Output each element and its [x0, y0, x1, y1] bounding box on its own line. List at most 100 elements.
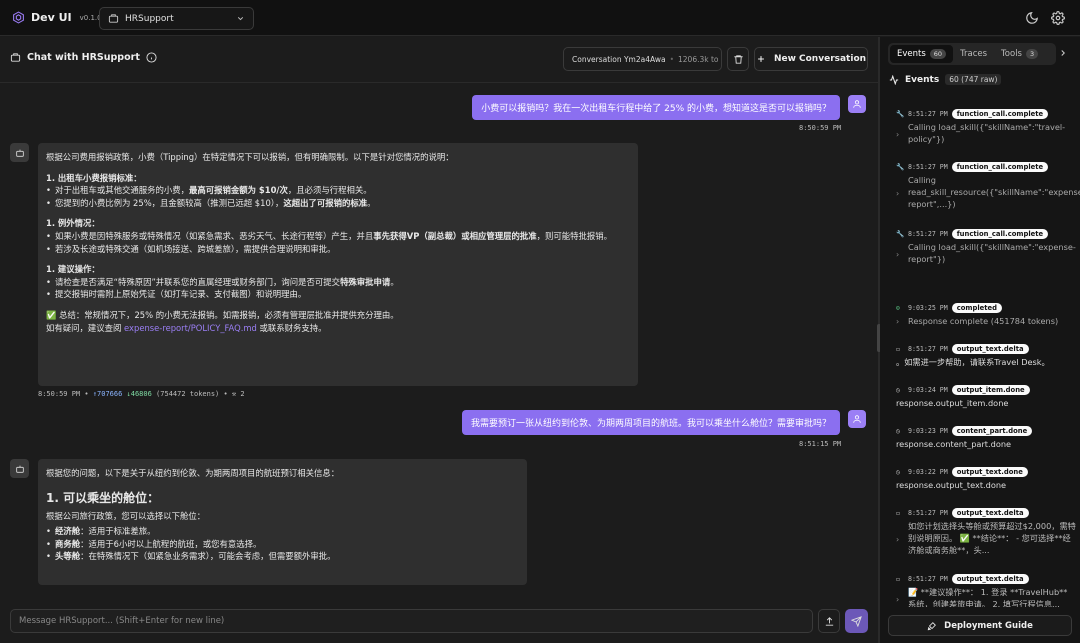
rocket-icon	[927, 621, 937, 631]
clock-icon: ◷	[896, 468, 900, 476]
deployment-guide-label: Deployment Guide	[944, 620, 1033, 631]
new-conversation-button[interactable]: New Conversation	[754, 47, 868, 71]
check-emoji-icon: ✅	[46, 310, 57, 321]
list-item: 对于出租车或其他交通服务的小费，最高可报销金额为 $10/次，且必须与行程相关。	[46, 184, 630, 197]
tool-calls-wrench-icon: ⚒	[231, 390, 237, 398]
events-title: Events	[905, 74, 940, 85]
tab-events[interactable]: Events 60	[890, 45, 954, 63]
conversation-select[interactable]: Conversation Ym2a4Awa • 1206.3k to	[563, 47, 722, 71]
chevron-right-icon: ›	[896, 535, 900, 544]
check-circle-icon: ⊙	[896, 304, 900, 312]
upload-button[interactable]	[818, 609, 840, 633]
clock-icon: ◷	[896, 427, 900, 435]
chat-title: Chat with HRSupport	[10, 52, 157, 63]
brand: Dev UI v0.1.0	[12, 11, 102, 24]
contact-line: 如有疑问，建议查阅 expense-report/POLICY_FAQ.md 或…	[46, 322, 327, 333]
event-item[interactable]: ◷ 9:03:24 PM output_item.done response.out…	[896, 385, 1076, 410]
summary-line: ✅ 总结：常规情况下，25% 的小费无法报销。如需报销，必须有管理层批准并提供充…	[46, 310, 399, 321]
event-item[interactable]: ▭ 8:51:27 PM output_text.delta › 📝 **建议操作**…	[896, 574, 1076, 607]
tool-calls-count: 2	[240, 390, 245, 398]
chevron-right-icon: ›	[896, 250, 900, 259]
event-item[interactable]: ◷ 9:03:23 PM content_part.done response.co…	[896, 426, 1076, 451]
info-icon[interactable]	[146, 52, 157, 63]
event-item[interactable]: ▭ 8:51:27 PM output_text.delta › 如您计划选择头等舱或…	[896, 508, 1076, 557]
message-paragraph: 根据公司费用报销政策，小费（Tipping）在特定情况下可以报销，但有明确限制。…	[46, 152, 454, 162]
user-message: 我需要预订一张从纽约到伦敦、为期两周项目的航班。我可以乘坐什么舱位？需要审批吗？	[461, 410, 840, 435]
chat-title-text: Chat with HRSupport	[27, 52, 140, 63]
message-icon: ▭	[896, 509, 900, 517]
tab-traces[interactable]: Traces	[953, 45, 994, 63]
deployment-guide-button[interactable]: Deployment Guide	[888, 615, 1072, 636]
trash-icon	[733, 54, 744, 65]
collapse-panel-chevron-right-icon[interactable]	[1058, 48, 1068, 58]
tab-tools[interactable]: Tools 3	[994, 45, 1045, 63]
list-item: 您提到的小费比例为 25%，且金额较高（推测已远超 $10），这超出了可报销的标…	[46, 197, 630, 210]
debug-panel: Events 60 Traces Tools 3 Events 60 (747 ra…	[880, 37, 1080, 643]
agent-icon	[10, 52, 21, 63]
app-title: Dev UI	[31, 11, 72, 24]
conversation-id: Conversation Ym2a4Awa	[572, 54, 666, 64]
list-item: 若涉及长途或特殊交通（如机场接送、跨城差旅），需提供合理说明和审批。	[46, 243, 630, 256]
wrench-icon: 🔧	[896, 230, 905, 238]
wrench-icon: 🔧	[896, 163, 905, 171]
chat-header: Chat with HRSupport Conversation Ym2a4Aw…	[0, 37, 878, 83]
event-item[interactable]: 🔧 8:51:27 PM function_call.complete › Calli…	[896, 109, 1076, 146]
list-item: 商务舱：适用于6小时以上航程的航班，或您有意选择。	[46, 538, 519, 551]
plus-icon	[756, 54, 766, 64]
message-composer[interactable]	[10, 609, 813, 633]
settings-gear-icon[interactable]	[1051, 11, 1065, 25]
message-input[interactable]	[19, 616, 804, 626]
send-button[interactable]	[845, 609, 868, 633]
section-heading: 1. 例外情况：	[46, 218, 100, 229]
activity-icon	[889, 74, 899, 85]
bot-avatar-icon	[10, 459, 29, 478]
message-paragraph: 根据您的问题，以下是关于从纽约到伦敦、为期两周项目的航班预订相关信息：	[46, 468, 340, 478]
input-tokens: ↑707666	[92, 390, 123, 398]
send-icon	[851, 615, 862, 627]
clock-icon: ◷	[896, 386, 900, 394]
event-item[interactable]: ⊙ 9:03:25 PM completed › Response complete …	[896, 303, 1076, 328]
events-list[interactable]: 🔧 8:51:27 PM function_call.complete › Calli…	[880, 95, 1080, 607]
policy-faq-link[interactable]: expense-report/POLICY_FAQ.md	[124, 323, 257, 333]
bot-avatar-icon	[10, 143, 29, 162]
debug-tabs: Events 60 Traces Tools 3	[888, 43, 1056, 65]
user-avatar-icon	[848, 95, 866, 113]
list-item: 提交报销时需附上原始凭证（如打车记录、支付截图）和说明理由。	[46, 288, 630, 301]
events-header: Events 60 (747 raw)	[889, 74, 1002, 85]
events-count: 60 (747 raw)	[945, 74, 1002, 85]
assistant-message: 根据公司费用报销政策，小费（Tipping）在特定情况下可以报销，但有明确限制。…	[38, 143, 638, 386]
devui-logo-icon	[12, 11, 25, 24]
section-heading: 1. 可以乘坐的舱位：	[46, 490, 160, 505]
message-paragraph: 根据公司旅行政策，您可以选择以下舱位：	[46, 510, 206, 521]
theme-toggle-moon-icon[interactable]	[1025, 11, 1039, 25]
wrench-icon: 🔧	[896, 110, 905, 118]
chevron-right-icon: ›	[896, 317, 900, 326]
agent-icon	[108, 13, 119, 24]
chevron-right-icon: ›	[896, 595, 900, 604]
list-item: 经济舱：适用于标准差旅。	[46, 525, 519, 538]
agent-select-value: HRSupport	[125, 13, 174, 24]
event-item[interactable]: ▭ 8:51:27 PM output_text.delta 。如需进一步帮助，请联…	[896, 344, 1076, 369]
chat-panel: Chat with HRSupport Conversation Ym2a4Aw…	[0, 37, 878, 643]
list-item: 如果小费是因特殊服务或特殊情况（如紧急需求、恶劣天气、长途行程等）产生，并且事先…	[46, 230, 630, 243]
output-tokens: ↓46806	[126, 390, 152, 398]
chevron-right-icon: ›	[896, 130, 900, 139]
message-icon: ▭	[896, 575, 900, 583]
list-item: 请检查是否满足“特殊原因”并联系您的直属经理或财务部门，询问是否可提交特殊审批申…	[46, 276, 630, 289]
agent-select[interactable]: HRSupport	[99, 7, 254, 30]
conversation-size: 1206.3k to	[678, 54, 719, 64]
user-avatar-icon	[848, 410, 866, 428]
assistant-message: 根据您的问题，以下是关于从纽约到伦敦、为期两周项目的航班预订相关信息： 1. 可…	[38, 459, 527, 585]
event-item[interactable]: 🔧 8:51:27 PM function_call.complete › Calli…	[896, 229, 1076, 266]
list-item: 头等舱：在特殊情况下（如紧急业务需求），可能会考虑，但需要额外审批。	[46, 550, 519, 563]
section-heading: 1. 建议操作：	[46, 264, 100, 275]
section-heading: 1. 出租车小费报销标准：	[46, 172, 142, 183]
delete-conversation-button[interactable]	[727, 47, 749, 71]
new-conversation-label: New Conversation	[773, 54, 867, 64]
event-item[interactable]: ◷ 9:03:22 PM output_text.done response.out…	[896, 467, 1076, 492]
message-meta: 8:50:59 PM • ↑707666 ↓46806 (754472 toke…	[38, 390, 245, 398]
message-timestamp: 8:50:59 PM	[799, 124, 842, 132]
event-item[interactable]: 🔧 8:51:27 PM function_call.complete › Calli…	[896, 162, 1080, 211]
message-icon: ▭	[896, 345, 900, 353]
message-timestamp: 8:51:15 PM	[799, 440, 842, 448]
